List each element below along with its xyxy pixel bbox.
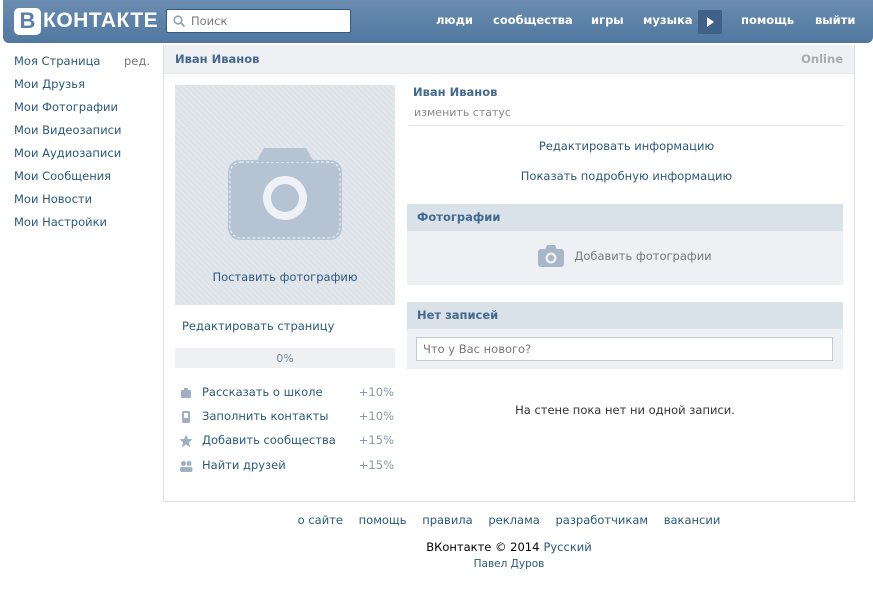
sidebar-item-photos[interactable]: Мои Фотографии [14,99,154,122]
school-icon [181,388,191,398]
logo-text: КОНТАКТЕ [43,9,159,32]
footer-links: о сайте помощь правила реклама разработч… [163,513,855,527]
task-percent: +15% [358,458,394,472]
nav-help[interactable]: помощь [741,13,794,27]
show-info-link[interactable]: Показать подробную информацию [409,169,844,183]
camera-icon [538,245,565,267]
sidebar-item-audios[interactable]: Мои Аудиозаписи [14,145,154,168]
set-photo-link[interactable]: Поставить фотографию [175,270,395,284]
wall-post-input[interactable] [416,337,833,361]
edit-page-link[interactable]: Редактировать страницу [182,319,334,333]
nav-logout[interactable]: выйти [815,13,855,27]
divider [409,125,844,126]
search-input[interactable] [191,14,341,28]
profile-header-name: Иван Иванов [175,52,260,66]
task-percent: +15% [358,433,394,447]
footer-link-jobs[interactable]: вакансии [664,513,721,527]
profile-progress-bar: 0% [175,348,395,368]
search-box[interactable] [166,9,351,33]
author-link[interactable]: Павел Дуров [163,558,855,570]
wall-empty-message: На стене пока нет ни одной записи. [515,403,735,417]
left-sidebar: Моя Страница Мои Друзья Мои Фотографии М… [14,53,154,237]
copyright-text: ВКонтакте © 2014 [426,540,540,554]
sidebar-item-settings[interactable]: Мои Настройки [14,214,154,237]
search-icon [173,14,186,27]
sidebar-item-videos[interactable]: Мои Видеозаписи [14,122,154,145]
friends-icon [180,461,193,472]
task-percent: +10% [358,409,394,423]
add-photos-label: Добавить фотографии [574,249,712,263]
photos-section-body: Добавить фотографии [407,231,843,285]
task-label: Заполнить контакты [202,409,329,423]
music-play-button[interactable] [698,10,722,34]
task-contacts[interactable]: Заполнить контакты +10% [179,409,394,427]
footer-link-developers[interactable]: разработчикам [555,513,648,527]
wall-title: Нет записей [417,308,499,322]
top-header: В КОНТАКТЕ люди сообщества игры музыка п… [3,0,873,43]
task-label: Рассказать о школе [202,385,323,399]
nav-people[interactable]: люди [436,13,473,27]
star-icon [179,434,193,448]
language-link[interactable]: Русский [543,540,591,554]
profile-name: Иван Иванов [413,85,498,99]
nav-music[interactable]: музыка [643,13,693,27]
task-school[interactable]: Рассказать о школе +10% [179,385,394,403]
add-photos-button[interactable]: Добавить фотографии [407,245,843,267]
nav-communities[interactable]: сообщества [493,13,573,27]
footer-link-help[interactable]: помощь [359,513,407,527]
nav-games[interactable]: игры [591,13,624,27]
footer-link-ads[interactable]: реклама [488,513,539,527]
sidebar-edit-link[interactable]: ред. [124,53,150,69]
sidebar-item-messages[interactable]: Мои Сообщения [14,168,154,191]
footer-link-about[interactable]: о сайте [298,513,343,527]
avatar-placeholder[interactable]: Поставить фотографию [175,85,395,305]
edit-info-link[interactable]: Редактировать информацию [409,139,844,153]
phone-icon [182,411,190,423]
photos-section-header[interactable]: Фотографии [407,204,843,231]
change-status-link[interactable]: изменить статус [414,106,511,119]
task-communities[interactable]: Добавить сообщества +15% [179,433,394,451]
task-percent: +10% [358,385,394,399]
copyright: ВКонтакте © 2014 Русский [163,540,855,554]
wall-section-header: Нет записей [407,302,843,329]
vk-logo[interactable]: В КОНТАКТЕ [14,7,158,35]
logo-letter: В [14,7,41,35]
wall-post-box [407,329,843,369]
camera-icon [228,148,342,240]
sidebar-item-friends[interactable]: Мои Друзья [14,76,154,99]
play-icon [707,17,714,27]
progress-label: 0% [276,352,294,365]
photos-title: Фотографии [417,210,501,224]
profile-header-bar: Иван Иванов Online [164,45,854,74]
footer-link-rules[interactable]: правила [422,513,473,527]
profile-panel: Иван Иванов Online Поставить фотографию … [163,45,855,502]
task-label: Найти друзей [202,458,286,472]
task-label: Добавить сообщества [202,433,336,447]
online-status: Online [801,52,843,66]
sidebar-item-news[interactable]: Мои Новости [14,191,154,214]
task-friends[interactable]: Найти друзей +15% [179,458,394,476]
